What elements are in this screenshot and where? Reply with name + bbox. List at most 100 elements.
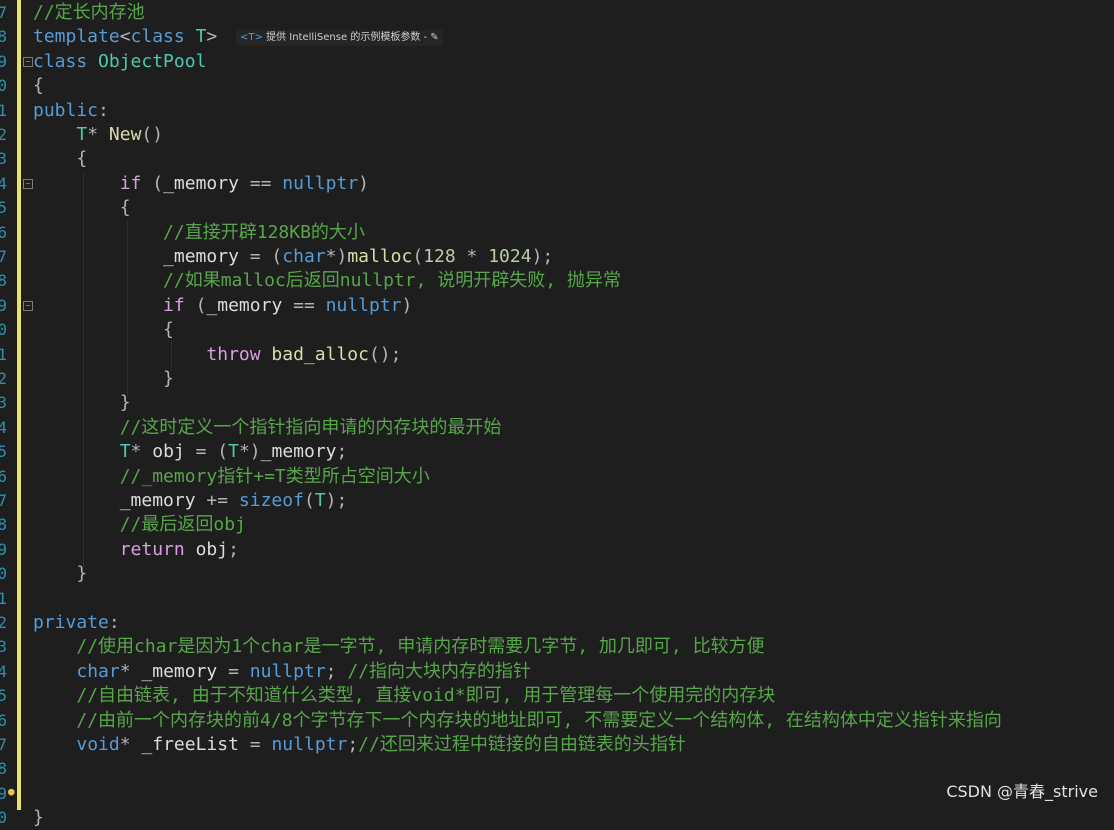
- line-number: 8: [0, 759, 7, 779]
- code-line[interactable]: {: [33, 147, 87, 171]
- code-line[interactable]: }: [33, 562, 87, 586]
- code-token: nullptr: [282, 172, 359, 194]
- code-token: _memory: [33, 246, 250, 267]
- code-line[interactable]: }: [33, 367, 174, 391]
- code-token: //自由链表, 由于不知道什么类型, 直接void*即可, 用于管理每一个使用完…: [76, 685, 776, 707]
- code-line[interactable]: //使用char是因为1个char是一字节, 申请内存时需要几字节, 加几即可,…: [33, 635, 764, 659]
- code-editor[interactable]: 7890123456789012345678901234567890 //定长内…: [0, 0, 1114, 828]
- code-token: class: [130, 26, 185, 48]
- line-number: 1: [0, 344, 7, 364]
- code-token: ();: [368, 343, 402, 365]
- line-number: 1: [0, 588, 7, 608]
- code-token: char: [76, 660, 120, 682]
- code-token: ;: [347, 734, 359, 755]
- watermark: CSDN @青春_strive: [946, 782, 1098, 801]
- hint-edit-icon[interactable]: - ✎: [424, 32, 439, 43]
- intellisense-template-hint[interactable]: <T> 提供 IntelliSense 的示例模板参数 - ✎: [236, 30, 443, 46]
- line-number: 9: [0, 783, 7, 803]
- code-line[interactable]: throw bad_alloc();: [33, 343, 401, 367]
- lightbulb-icon[interactable]: ●: [8, 785, 15, 798]
- code-line[interactable]: T* obj = (T*)_memory;: [33, 440, 348, 464]
- code-token: = (: [195, 441, 229, 463]
- code-token: //这时定义一个指针指向申请的内存块的最开始: [119, 416, 502, 438]
- code-token: _memory: [141, 660, 229, 682]
- code-token: obj: [152, 441, 196, 463]
- fold-toggle-class[interactable]: −: [23, 57, 33, 67]
- code-line[interactable]: T* New(): [33, 123, 163, 147]
- code-line[interactable]: {: [33, 196, 131, 220]
- code-line[interactable]: //这时定义一个指针指向申请的内存块的最开始: [33, 416, 502, 440]
- line-number: 3: [0, 393, 7, 413]
- line-number: 7: [0, 3, 7, 22]
- code-token: (): [141, 124, 164, 145]
- line-number: 8: [0, 515, 7, 535]
- code-token: return: [119, 538, 185, 560]
- code-line[interactable]: //_memory指针+=T类型所占空间大小: [33, 465, 430, 489]
- code-token: public: [33, 99, 99, 121]
- line-number: 9: [0, 295, 7, 315]
- code-token: //如果malloc后返回nullptr, 说明开辟失败, 抛异常: [163, 270, 621, 292]
- fold-toggle-if[interactable]: −: [23, 179, 33, 189]
- code-token: ;: [228, 538, 239, 560]
- code-line[interactable]: _memory += sizeof(T);: [33, 489, 348, 513]
- code-line[interactable]: //定长内存池: [33, 1, 145, 25]
- code-line[interactable]: if (_memory == nullptr): [33, 294, 412, 318]
- line-number: 5: [0, 686, 7, 706]
- code-token: throw: [206, 343, 261, 365]
- code-line[interactable]: void* _freeList = nullptr;//还回来过程中链接的自由链…: [33, 733, 686, 757]
- code-token: (: [152, 172, 164, 194]
- code-token: }: [163, 368, 174, 389]
- code-line[interactable]: class ObjectPool: [33, 50, 206, 74]
- line-number: 7: [0, 247, 7, 266]
- code-token: (: [303, 490, 315, 511]
- line-number: 8: [0, 27, 7, 47]
- code-line[interactable]: template<class T>: [33, 25, 217, 49]
- code-token: *: [130, 441, 153, 463]
- code-line[interactable]: //如果malloc后返回nullptr, 说明开辟失败, 抛异常: [33, 269, 621, 293]
- change-indicator-bar: [17, 0, 21, 810]
- code-token: (: [195, 294, 207, 316]
- code-line[interactable]: //最后返回obj: [33, 513, 246, 537]
- code-token: private: [33, 612, 109, 633]
- code-token: //由前一个内存块的前4/8个字节存下一个内存块的地址即可, 不需要定义一个结构…: [76, 709, 1002, 731]
- code-token: //最后返回obj: [119, 514, 246, 536]
- code-token: <: [119, 26, 131, 48]
- line-number: 0: [0, 320, 7, 340]
- code-line[interactable]: public:: [33, 99, 109, 123]
- code-token: T: [76, 124, 88, 145]
- fold-toggle-inner-if[interactable]: −: [23, 301, 33, 311]
- code-line[interactable]: //由前一个内存块的前4/8个字节存下一个内存块的地址即可, 不需要定义一个结构…: [33, 709, 1002, 733]
- code-token: {: [33, 75, 44, 97]
- code-token: void: [76, 734, 120, 755]
- code-token: //指向大块内存的指针: [347, 660, 532, 682]
- code-line[interactable]: //自由链表, 由于不知道什么类型, 直接void*即可, 用于管理每一个使用完…: [33, 684, 775, 708]
- code-line[interactable]: {: [33, 318, 174, 342]
- code-token: nullptr: [271, 734, 348, 755]
- code-token: template: [33, 26, 120, 48]
- line-number: 6: [0, 222, 7, 242]
- code-line[interactable]: char* _memory = nullptr; //指向大块内存的指针: [33, 660, 531, 684]
- code-token: _freeList: [141, 734, 250, 755]
- line-number: 5: [0, 198, 7, 218]
- code-line[interactable]: {: [33, 74, 44, 98]
- line-number: 7: [0, 735, 7, 754]
- line-number: 5: [0, 442, 7, 462]
- code-line[interactable]: private:: [33, 611, 120, 635]
- code-token: ): [401, 294, 413, 316]
- hint-text: 提供 IntelliSense 的示例模板参数: [266, 32, 421, 43]
- code-line[interactable]: return obj;: [33, 538, 239, 562]
- line-number: 0: [0, 76, 7, 96]
- code-line[interactable]: _memory = (char*)malloc(128 * 1024);: [33, 245, 553, 269]
- code-line[interactable]: }: [33, 391, 131, 415]
